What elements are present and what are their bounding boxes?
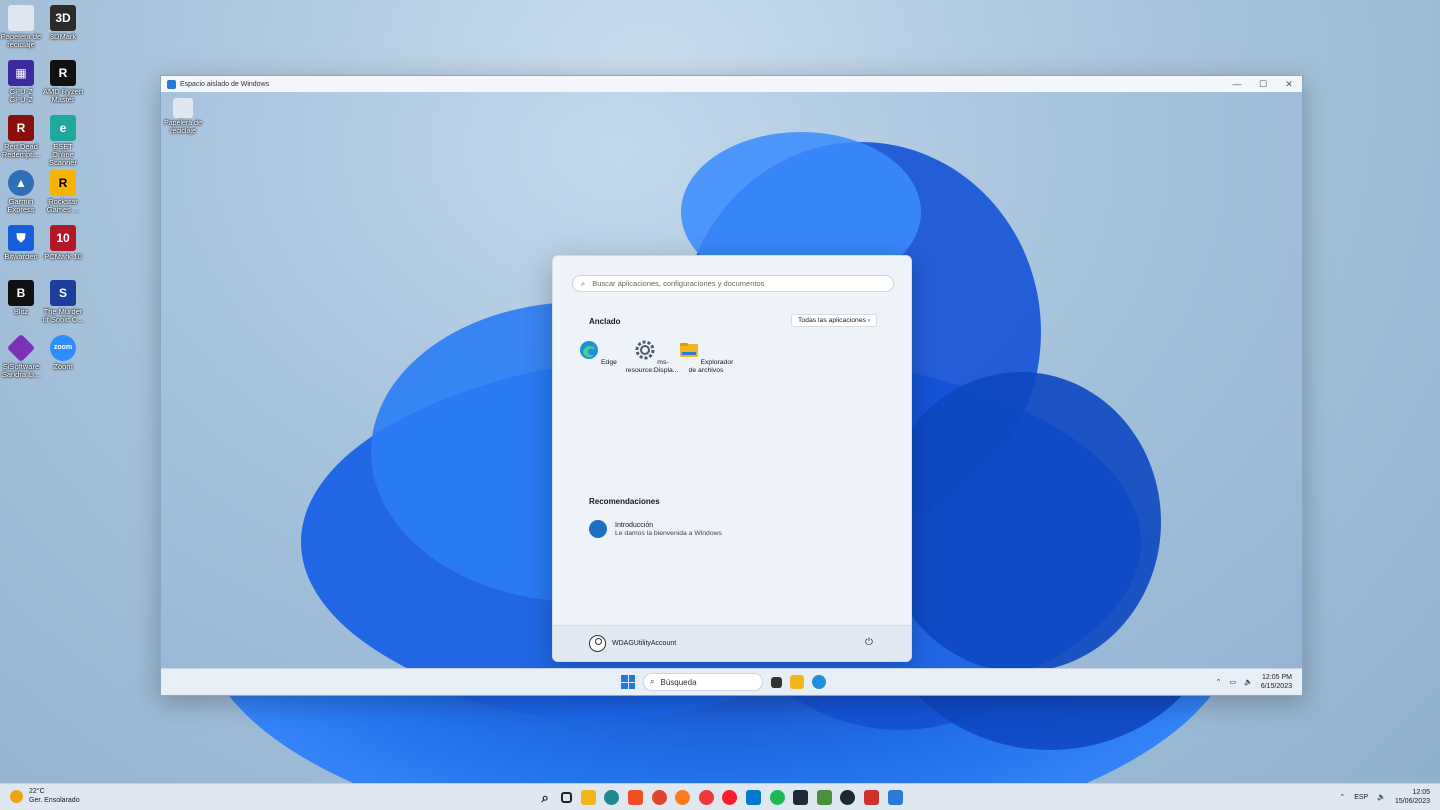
language-indicator[interactable]: ESP <box>1354 794 1368 801</box>
pcmark-icon: 10 <box>50 225 76 251</box>
sandbox-title: Espacio aislado de Windows <box>180 80 270 88</box>
system-tray: ⌃ ESP 🔈 12:05 15/06/2023 <box>1339 788 1430 806</box>
desktop-icon-recycle-bin[interactable]: Papelera de reciclaje <box>0 5 42 49</box>
sandbox-system-tray: ⌃ ▭ 🔈 12:05 PM 6/15/2023 <box>1216 673 1292 691</box>
desktop-icon-sonic[interactable]: S The Murder of Sonic C... <box>42 280 84 324</box>
zoom-icon: zoom <box>50 335 76 361</box>
3dmark-icon: 3D <box>50 5 76 31</box>
desktop-icon-zoom[interactable]: zoom Zoom <box>42 335 84 371</box>
desktop-icon-pcmark[interactable]: 10 PCMark 10 <box>42 225 84 261</box>
weather-widget[interactable]: 22°C Ger. Ensolarado <box>10 788 80 805</box>
snipping-tool-icon[interactable] <box>863 790 879 805</box>
sandbox-window[interactable]: Espacio aislado de Windows — ☐ ✕ Papeler… <box>160 75 1303 696</box>
search-icon: ⌕ <box>581 278 586 288</box>
all-apps-button[interactable]: Todas las aplicaciones › <box>791 314 878 327</box>
close-button[interactable]: ✕ <box>1276 76 1302 92</box>
edge-icon[interactable] <box>604 790 620 805</box>
app-icon[interactable] <box>793 790 809 805</box>
app-icon[interactable] <box>816 790 832 805</box>
eset-icon: e <box>50 115 76 141</box>
sandbox-titlebar[interactable]: Espacio aislado de Windows — ☐ ✕ <box>161 76 1302 92</box>
pinned-heading: Anclado <box>589 317 621 326</box>
task-view-icon[interactable] <box>561 792 573 803</box>
gpuz-icon: ▦ <box>8 60 34 86</box>
folder-icon[interactable] <box>580 790 596 805</box>
pinned-app-settings[interactable]: ms-resource:Displa... <box>624 340 680 375</box>
vivaldi-icon[interactable] <box>698 790 714 805</box>
sandbox-icon[interactable] <box>887 790 903 805</box>
maximize-button[interactable]: ☐ <box>1250 76 1276 92</box>
steam-icon[interactable] <box>840 790 856 805</box>
start-button[interactable] <box>621 675 635 689</box>
sandbox-taskbar-search[interactable]: ⌕ Búsqueda <box>643 673 763 691</box>
minimize-button[interactable]: — <box>1224 76 1250 92</box>
recommended-item-title: Introducción <box>615 522 654 529</box>
edge-icon[interactable] <box>812 675 826 689</box>
recommended-item-subtitle: Le damos la bienvenida a Windows <box>615 530 722 537</box>
desktop-icon-gpuz[interactable]: ▦ GPU-Z GPU-Z <box>0 60 42 104</box>
recommended-heading: Recomendaciones <box>589 497 660 506</box>
pinned-app-file-explorer[interactable]: Explorador de archivos <box>678 340 734 375</box>
desktop-icon-bitwarden[interactable]: ⛊ Bitwarden <box>0 225 42 261</box>
folder-icon <box>679 343 698 357</box>
opera-icon[interactable] <box>722 790 738 805</box>
host-taskbar: 22°C Ger. Ensolarado ⌕ ⌃ ESP 🔈 12:05 15/… <box>0 783 1440 810</box>
edge-icon <box>580 341 599 359</box>
desktop-icon-3dmark[interactable]: 3D 3DMark <box>42 5 84 41</box>
desktop-icon-red-dead[interactable]: R Red Dead Redempti... <box>0 115 42 159</box>
rdr-icon: R <box>8 115 34 141</box>
clock[interactable]: 12:05 15/06/2023 <box>1395 788 1430 806</box>
vscode-icon[interactable] <box>745 790 761 805</box>
desktop-icon-garmin[interactable]: ▲ Garmin Express <box>0 170 42 214</box>
start-footer: WDAGUtilityAccount ⏻ <box>553 625 911 661</box>
weather-temp: 22°C <box>29 788 45 795</box>
taskbar-apps: ⌕ <box>514 790 903 805</box>
volume-icon[interactable]: 🔈 <box>1377 793 1386 801</box>
chrome-icon[interactable] <box>651 790 667 805</box>
sandra-icon <box>6 333 36 363</box>
sandbox-recycle-bin[interactable]: Papelera de reciclaje <box>163 98 203 135</box>
user-account-button[interactable]: WDAGUtilityAccount <box>589 635 676 652</box>
search-icon[interactable]: ⌕ <box>538 790 553 805</box>
user-name: WDAGUtilityAccount <box>612 640 677 647</box>
ryzen-icon: R <box>50 60 76 86</box>
get-started-icon <box>589 520 607 538</box>
window-controls: — ☐ ✕ <box>1224 76 1302 92</box>
chevron-up-icon[interactable]: ⌃ <box>1216 678 1222 686</box>
network-icon[interactable]: ▭ <box>1230 678 1237 686</box>
sonic-icon: S <box>50 280 76 306</box>
recycle-bin-icon <box>173 98 193 118</box>
windows-start-icon[interactable] <box>514 790 529 805</box>
desktop-icon-ryzen-master[interactable]: R AMD Ryzen Master <box>42 60 84 104</box>
avatar <box>589 635 606 652</box>
task-view-icon[interactable] <box>771 676 782 688</box>
garmin-icon: ▲ <box>8 170 34 196</box>
power-icon[interactable]: ⏻ <box>865 637 877 649</box>
brave-icon[interactable] <box>627 790 643 805</box>
sandbox-icon <box>167 79 176 89</box>
desktop-icon-blitz[interactable]: B Blitz <box>0 280 42 316</box>
bitwarden-icon: ⛊ <box>8 225 34 251</box>
search-icon: ⌕ <box>650 677 655 686</box>
rockstar-icon: R <box>50 170 76 196</box>
gear-icon <box>635 340 655 360</box>
desktop-icon-rockstar[interactable]: R Rockstar Games ... <box>42 170 84 214</box>
pinned-app-edge[interactable]: Edge <box>570 340 626 367</box>
sun-icon <box>10 790 23 803</box>
chevron-up-icon[interactable]: ⌃ <box>1339 793 1345 801</box>
start-search-input[interactable]: ⌕ Buscar aplicaciones, configuraciones y… <box>572 275 894 292</box>
weather-desc: Ger. Ensolarado <box>29 796 80 804</box>
recycle-bin-icon <box>8 5 34 31</box>
recommended-item[interactable]: Introducción Le damos la bienvenida a Wi… <box>589 520 722 538</box>
desktop-icon-eset[interactable]: e ESET Online Scanner <box>42 115 84 167</box>
firefox-icon[interactable] <box>675 790 691 805</box>
spotify-icon[interactable] <box>769 790 785 805</box>
sandbox-taskbar: ⌕ Búsqueda ⌃ ▭ 🔈 12:05 PM 6/15/2023 <box>161 668 1302 695</box>
folder-icon[interactable] <box>790 675 804 689</box>
desktop-icon-sandra[interactable]: SiSoftware Sandra Li... <box>0 333 42 379</box>
blitz-icon: B <box>8 280 34 306</box>
sandbox-clock[interactable]: 12:05 PM 6/15/2023 <box>1261 673 1292 691</box>
start-menu: ⌕ Buscar aplicaciones, configuraciones y… <box>552 255 912 662</box>
volume-icon[interactable]: 🔈 <box>1244 678 1253 686</box>
